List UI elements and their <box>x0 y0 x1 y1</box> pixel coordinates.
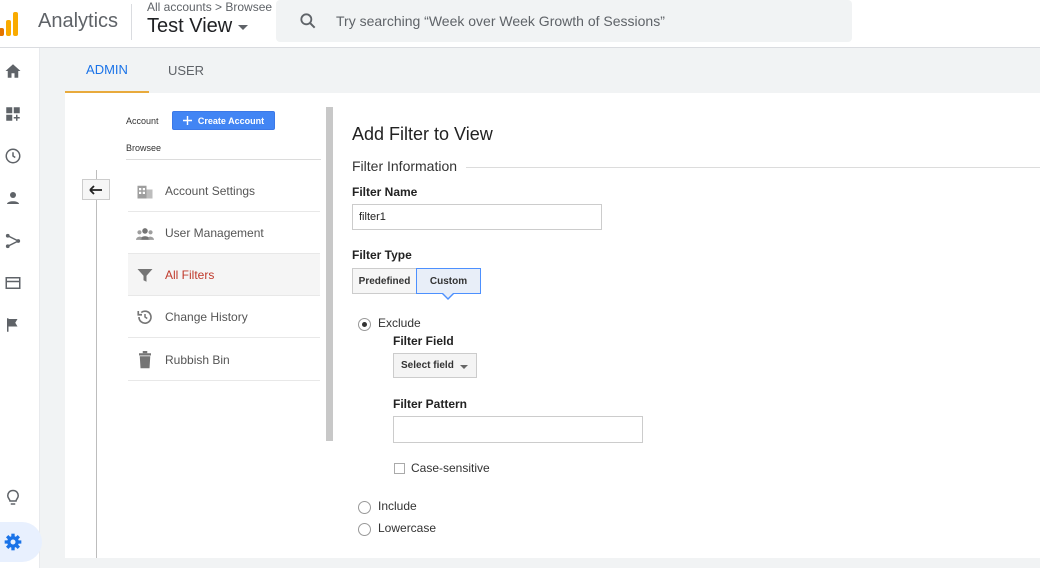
select-field-label: Select field <box>401 360 454 371</box>
include-label: Include <box>378 499 417 513</box>
trash-icon <box>136 351 154 369</box>
filter-name-input[interactable] <box>352 204 602 230</box>
filter-icon <box>136 266 154 284</box>
back-button[interactable] <box>82 179 110 200</box>
filter-name-label: Filter Name <box>352 185 418 199</box>
tab-user[interactable]: USER <box>149 48 223 93</box>
section-divider <box>466 167 1040 168</box>
arrow-left-icon <box>89 184 102 195</box>
menu-item-all-filters[interactable]: All Filters <box>128 254 320 296</box>
account-name[interactable]: Browsee <box>126 143 161 153</box>
menu-item-account-settings[interactable]: Account Settings <box>128 170 320 212</box>
menu-item-label: Rubbish Bin <box>165 353 230 367</box>
menu-item-label: User Management <box>165 226 264 240</box>
selection-pointer-fill <box>443 293 453 298</box>
create-account-label: Create Account <box>197 115 265 126</box>
page-title: Add Filter to View <box>352 124 493 144</box>
menu-item-label: Change History <box>165 310 248 324</box>
customization-icon[interactable] <box>4 105 22 123</box>
clock-icon[interactable] <box>4 147 22 165</box>
case-sensitive-label: Case-sensitive <box>411 461 490 475</box>
menu-item-user-management[interactable]: User Management <box>128 212 320 254</box>
search-bar[interactable] <box>276 0 852 42</box>
search-input[interactable] <box>336 0 836 42</box>
filter-type-label: Filter Type <box>352 248 412 262</box>
section-heading: Filter Information <box>352 158 458 174</box>
account-label: Account <box>126 116 159 126</box>
top-bar: Analytics All accounts > Browsee Test Vi… <box>0 0 1040 48</box>
tree-line <box>96 170 97 558</box>
predefined-button[interactable]: Predefined <box>352 268 417 294</box>
menu-item-change-history[interactable]: Change History <box>128 296 320 338</box>
menu-item-rubbish-bin[interactable]: Rubbish Bin <box>128 339 320 381</box>
menu-item-label: All Filters <box>165 268 215 282</box>
caret-down-icon <box>238 25 249 30</box>
custom-button[interactable]: Custom <box>416 268 481 294</box>
create-account-button[interactable]: Create Account <box>172 111 275 130</box>
admin-tabs: ADMIN USER <box>65 48 1040 93</box>
view-name: Test View <box>147 15 233 37</box>
gear-icon <box>4 533 22 551</box>
lightbulb-icon[interactable] <box>4 489 22 507</box>
filter-pattern-label: Filter Pattern <box>393 397 468 411</box>
menu-item-label: Account Settings <box>165 184 256 198</box>
history-icon <box>136 308 154 326</box>
tab-admin[interactable]: ADMIN <box>65 48 149 93</box>
plus-icon <box>182 116 192 125</box>
menu-divider <box>126 159 321 160</box>
filter-pattern-input[interactable] <box>393 416 643 443</box>
include-radio[interactable] <box>358 501 371 514</box>
admin-button[interactable] <box>0 522 42 562</box>
analytics-logo-icon[interactable] <box>0 6 22 36</box>
header-divider <box>131 4 132 40</box>
people-icon <box>136 224 154 242</box>
chevron-down-icon <box>460 365 468 369</box>
lowercase-label: Lowercase <box>378 521 437 535</box>
case-sensitive-checkbox[interactable] <box>394 463 405 474</box>
lowercase-radio[interactable] <box>358 523 371 536</box>
exclude-radio[interactable] <box>358 318 371 331</box>
search-icon <box>300 13 316 29</box>
account-breadcrumb[interactable]: All accounts > Browsee <box>147 0 272 14</box>
filter-field-label: Filter Field <box>393 334 454 348</box>
building-icon <box>136 182 154 200</box>
filter-field-select[interactable]: Select field <box>393 353 477 378</box>
left-rail <box>0 48 42 568</box>
behavior-icon[interactable] <box>4 274 22 292</box>
exclude-label: Exclude <box>378 316 421 330</box>
acquisition-icon[interactable] <box>4 232 22 250</box>
panel-scrollbar[interactable] <box>326 107 333 441</box>
view-selector[interactable]: Test View <box>147 15 249 38</box>
home-icon[interactable] <box>4 62 22 80</box>
flag-icon[interactable] <box>4 316 22 334</box>
app-name: Analytics <box>38 10 119 32</box>
person-icon[interactable] <box>4 189 22 207</box>
